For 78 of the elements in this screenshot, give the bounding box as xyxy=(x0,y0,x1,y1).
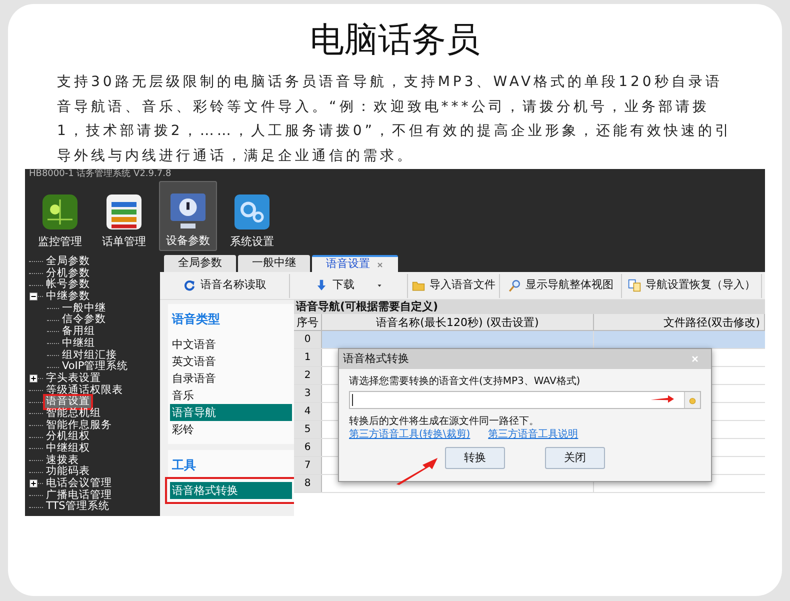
row-number: 4 xyxy=(294,403,322,420)
monitor-icon xyxy=(40,192,80,232)
panel-heading: 工具 xyxy=(171,457,197,474)
list-icon xyxy=(104,192,144,232)
tree-item[interactable]: 智能作息服务 xyxy=(45,420,113,432)
row-number: 3 xyxy=(294,385,322,402)
tree-item[interactable]: 中继组权 xyxy=(45,443,91,455)
category-item[interactable]: 英文语音 xyxy=(170,353,292,370)
file-path-field[interactable] xyxy=(349,391,701,409)
row-number: 5 xyxy=(294,421,322,438)
row-number: 0 xyxy=(294,331,322,348)
description-paragraph: 支持30路无层级限制的电脑话务员语音导航，支持MP3、WAV格式的单段120秒自录语音导航语、音乐、彩铃等文件导入。“例：欢迎致电***公司，请拨分机号，业务部请拨1，技术部请拨2，……，人工服务请拨0”，不但有效的提高企业形象，还能有效快速的引导外线与内线进行通话，满足企业通信的需求。 xyxy=(57,73,733,166)
tree-item[interactable]: 中继参数 xyxy=(45,291,91,303)
toolbar-button[interactable]: 导航设置恢复（导入） xyxy=(622,274,762,298)
tree-item[interactable]: 组对组汇接 xyxy=(61,350,118,362)
toolbar-button[interactable]: 话单管理 xyxy=(95,181,153,251)
browse-button[interactable] xyxy=(684,392,700,408)
gears-icon xyxy=(232,192,272,232)
dialog-title: 语音格式转换 xyxy=(343,350,409,367)
toolbar-button[interactable]: 语音名称读取 xyxy=(160,274,290,298)
toolbar-button[interactable]: 显示导航整体视图 xyxy=(500,274,622,298)
tree-item[interactable]: 速拨表 xyxy=(45,454,80,466)
category-item[interactable]: 中文语音 xyxy=(170,336,292,353)
folder-icon xyxy=(688,396,697,404)
magnifier-icon xyxy=(508,279,520,292)
page-title: 电脑话务员 xyxy=(310,19,480,62)
grid-title: 语音导航(可根据需要自定义) xyxy=(294,300,765,314)
category-item[interactable]: 彩铃 xyxy=(170,421,292,438)
dialog-button[interactable]: 转换 xyxy=(445,447,505,469)
tab[interactable]: 一般中继 xyxy=(238,255,310,272)
link[interactable]: 第三方语音工具说明 xyxy=(488,429,578,441)
tab[interactable]: 全局参数 xyxy=(164,255,236,272)
prompt-text: 请选择您需要转换的语音文件(支持MP3、WAV格式) xyxy=(349,375,582,389)
table-cell[interactable] xyxy=(322,331,594,348)
row-number: 8 xyxy=(294,475,322,492)
tree-item[interactable]: 字头表设置 xyxy=(45,372,102,385)
tree-item[interactable]: 广播电话管理 xyxy=(45,490,113,502)
toolbar-button[interactable]: 下载 xyxy=(290,274,408,298)
tree-item[interactable]: 信令参数 xyxy=(61,314,107,326)
panel-heading: 语音类型 xyxy=(170,311,221,328)
row-number: 6 xyxy=(294,439,322,456)
note-text: 转换后的文件将生成在源文件同一路径下。 xyxy=(349,415,540,428)
annotation-arrow-icon xyxy=(395,457,439,485)
tree-item[interactable]: 全局参数 xyxy=(45,256,91,268)
row-number: 1 xyxy=(294,349,322,366)
link[interactable]: 第三方语音工具(转换\裁剪) xyxy=(349,429,470,441)
tree-item[interactable]: 帐号参数 xyxy=(45,279,91,292)
folder-icon xyxy=(412,279,424,292)
category-item[interactable]: 音乐 xyxy=(170,387,292,404)
category-item[interactable]: 语音格式转换 xyxy=(170,482,292,499)
toolbar-button[interactable]: 设备参数 xyxy=(159,181,217,251)
down-arrow-icon xyxy=(314,279,328,292)
dialog-button[interactable]: 关闭 xyxy=(545,447,605,469)
category-item[interactable]: 语音导航 xyxy=(170,404,292,421)
monitor-dial-icon xyxy=(168,191,208,231)
close-icon xyxy=(376,260,384,268)
tree-item[interactable]: 备用组 xyxy=(61,326,96,338)
tree-item[interactable]: 智能总机组 xyxy=(45,408,102,420)
tree-item[interactable]: VoIP管理系统 xyxy=(61,361,130,373)
tab[interactable]: 语音设置 xyxy=(312,255,398,272)
category-item[interactable]: 自录语音 xyxy=(170,370,292,387)
tree-item[interactable]: 功能码表 xyxy=(45,466,91,478)
tree-item[interactable]: 一般中继 xyxy=(61,302,107,314)
row-number: 7 xyxy=(294,457,322,474)
tree-item[interactable]: 分机组权 xyxy=(45,431,91,444)
close-icon xyxy=(690,354,700,364)
tree-item[interactable]: 等级通话权限表 xyxy=(45,384,124,396)
tree-item[interactable]: TTS管理系统 xyxy=(45,501,110,514)
tree-item[interactable]: 电话会议管理 xyxy=(45,478,113,490)
toolbar-button[interactable]: 监控管理 xyxy=(31,181,89,251)
documents-icon xyxy=(628,279,640,292)
row-number: 2 xyxy=(294,367,322,384)
table-cell[interactable] xyxy=(594,331,765,348)
refresh-icon xyxy=(182,279,196,292)
tree-item[interactable]: 中继组 xyxy=(61,338,96,350)
toolbar-button[interactable]: 系统设置 xyxy=(223,181,281,251)
tree-item[interactable]: 分机参数 xyxy=(45,268,91,280)
toolbar-button[interactable]: 导入语音文件 xyxy=(408,274,500,298)
